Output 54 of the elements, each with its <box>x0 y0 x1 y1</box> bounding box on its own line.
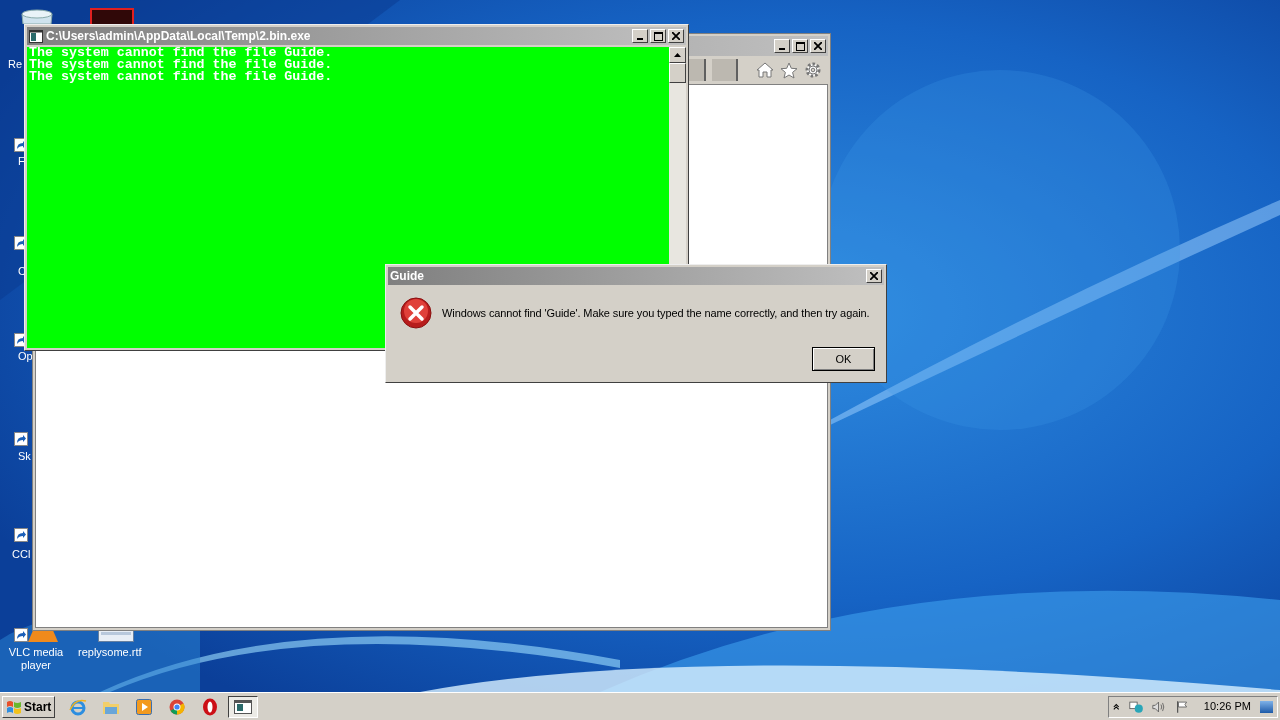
desktop-icon-label[interactable]: F <box>18 155 25 168</box>
minimize-button[interactable] <box>632 29 648 43</box>
scroll-thumb[interactable] <box>669 63 686 83</box>
chrome-icon <box>169 698 186 715</box>
up-arrow-icon <box>674 53 681 57</box>
network-icon[interactable] <box>1128 698 1144 715</box>
close-icon <box>870 272 878 280</box>
console-line: The system cannot find the file Guide. <box>29 59 334 71</box>
maximize-button[interactable] <box>650 29 666 43</box>
desktop-icon-label[interactable]: Sk <box>18 450 31 463</box>
browser-e-icon <box>69 697 88 716</box>
start-button[interactable]: Start <box>2 695 56 718</box>
console-line: The system cannot find the file Guide. <box>29 47 334 59</box>
ok-button[interactable]: OK <box>812 347 875 371</box>
maximize-icon <box>653 31 663 41</box>
star-icon[interactable] <box>780 61 798 79</box>
shortcut-icon[interactable] <box>14 528 28 542</box>
error-icon <box>400 297 432 329</box>
console-line: The system cannot find the file Guide. <box>29 71 334 83</box>
show-desktop-button[interactable] <box>1259 700 1273 713</box>
desktop-icon-label[interactable]: VLC media player <box>8 646 64 672</box>
desktop-icon-label[interactable]: replysome.rtf <box>78 646 142 659</box>
windows-logo-icon <box>6 699 22 714</box>
settings-icon[interactable] <box>804 61 822 79</box>
chevron-up-icon[interactable] <box>1113 702 1120 711</box>
close-button[interactable] <box>866 269 882 283</box>
clock[interactable]: 10:26 PM <box>1203 698 1251 715</box>
close-button[interactable] <box>810 39 826 53</box>
console-icon <box>234 699 253 714</box>
error-message: Windows cannot find 'Guide'. Make sure you typed the name correctly, and then try again. <box>442 305 870 321</box>
flag-icon[interactable] <box>1175 698 1189 715</box>
desktop-icon-label[interactable]: Re <box>8 58 23 71</box>
scroll-up-button[interactable] <box>669 47 686 63</box>
minimize-button[interactable] <box>774 39 790 53</box>
dialog-title: Guide <box>390 268 425 285</box>
shortcut-icon[interactable] <box>14 628 28 642</box>
console-icon <box>29 29 43 43</box>
media-player-icon <box>136 698 153 715</box>
window-title: C:\Users\admin\AppData\Local\Temp\2.bin.exe <box>46 29 312 43</box>
shortcut-icon[interactable] <box>14 432 28 446</box>
desktop-icon-label[interactable]: CCl <box>12 548 31 561</box>
close-button[interactable] <box>668 29 684 43</box>
tab-button[interactable] <box>712 59 738 81</box>
maximize-button[interactable] <box>792 39 808 53</box>
maximize-icon <box>795 41 805 51</box>
app-icon[interactable] <box>90 8 134 24</box>
close-icon <box>814 42 822 50</box>
close-icon <box>672 32 680 40</box>
opera-icon <box>202 697 219 716</box>
speaker-icon[interactable] <box>1152 699 1167 714</box>
home-icon[interactable] <box>756 62 774 78</box>
taskbar-app-button[interactable] <box>228 695 259 718</box>
desktop-icon-label[interactable]: Op <box>18 350 33 363</box>
recycle-bin-icon[interactable] <box>18 8 56 24</box>
